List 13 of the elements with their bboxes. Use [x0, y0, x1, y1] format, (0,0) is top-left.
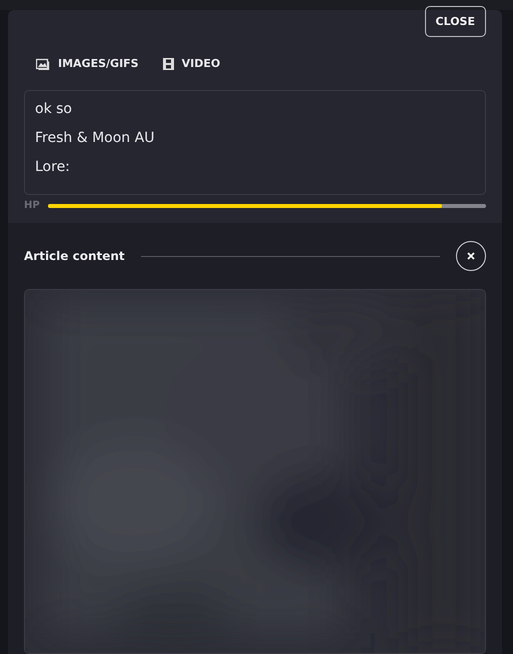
- text-editor[interactable]: ok so Fresh & Moon AU Lore:: [24, 90, 486, 195]
- close-button[interactable]: [456, 241, 486, 271]
- media-tab[interactable]: IMAGES/GIFS: [36, 57, 139, 70]
- media-tab[interactable]: VIDEO: [162, 57, 220, 70]
- editor-line: Fresh & Moon AU: [35, 129, 156, 148]
- editor-line: ok so: [35, 100, 73, 119]
- section-title: Article content: [24, 249, 125, 263]
- film-icon: [162, 58, 174, 70]
- close-button[interactable]: CLOSE: [424, 6, 486, 37]
- close-icon: [467, 252, 475, 260]
- editor-line: Lore:: [35, 158, 71, 177]
- hp-label: HP: [24, 200, 40, 211]
- image-icon: [36, 58, 50, 70]
